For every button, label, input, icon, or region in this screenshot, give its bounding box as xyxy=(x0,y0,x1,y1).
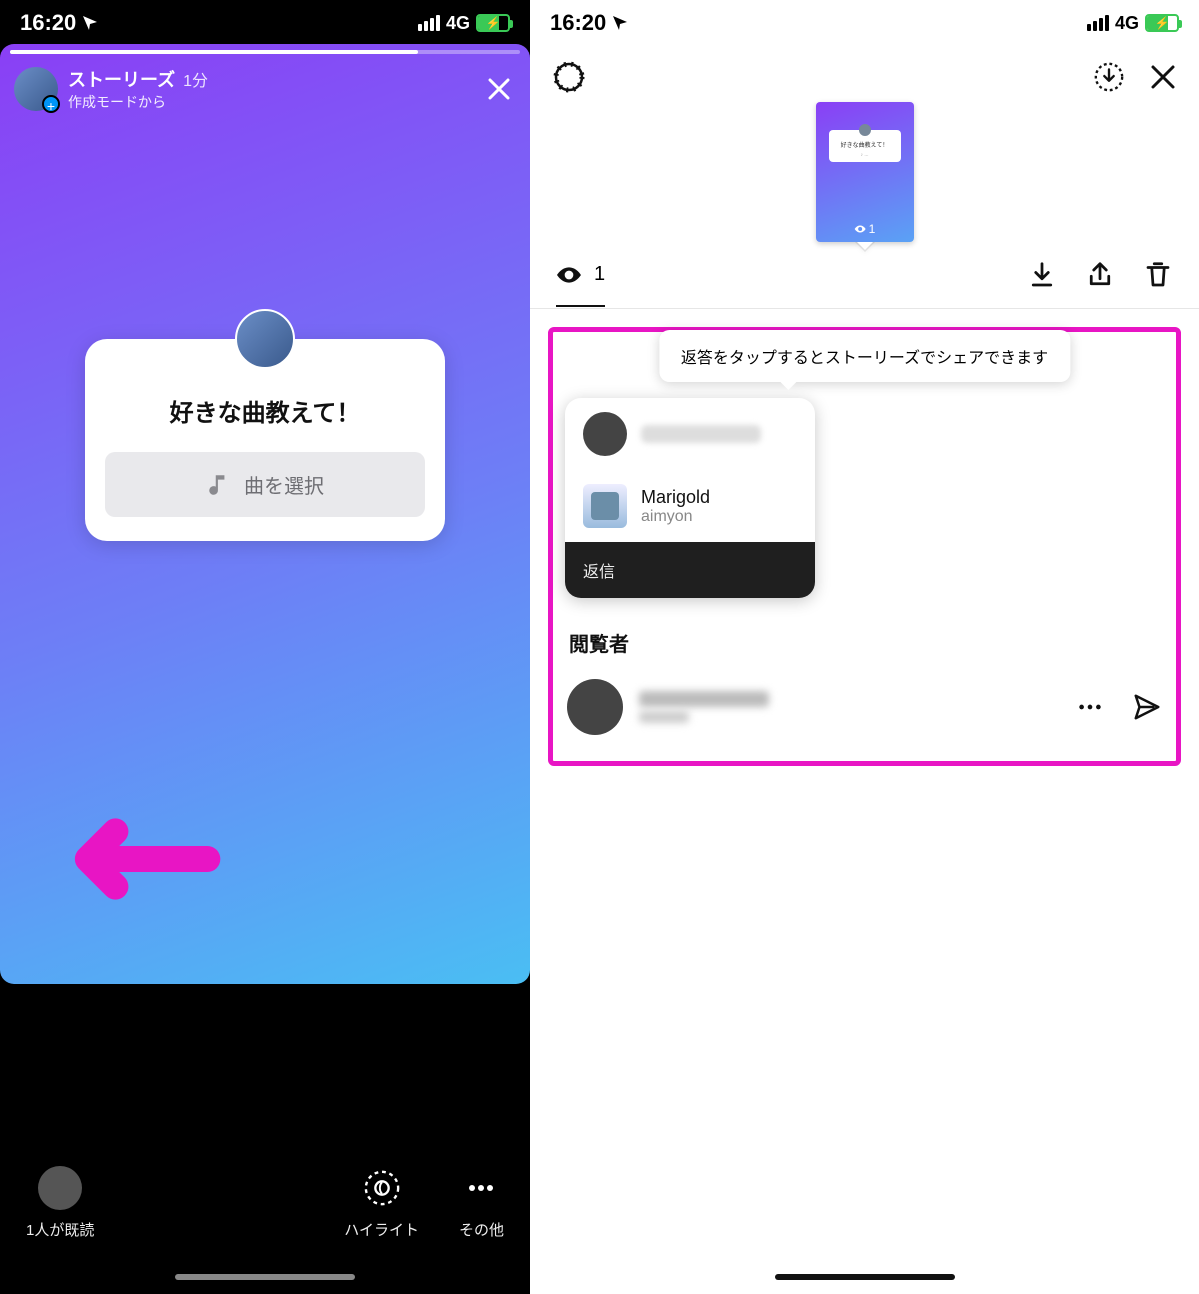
story-avatar[interactable]: + xyxy=(14,67,58,111)
music-note-icon xyxy=(206,472,232,498)
signal-icon xyxy=(418,15,440,31)
close-button[interactable] xyxy=(482,72,516,106)
home-indicator[interactable] xyxy=(175,1274,355,1280)
story-thumbnail[interactable]: 好きな曲教えて！♪ ... 1 xyxy=(816,102,914,242)
album-art-icon xyxy=(583,484,627,528)
highlight-icon xyxy=(344,1165,419,1211)
story-view-panel: 16:20 4G ⚡ + ストーリーズ 1分 作成モードから xyxy=(0,0,530,1294)
seen-count-label: 1人が既読 xyxy=(26,1219,94,1240)
responder-avatar xyxy=(583,412,627,456)
card-avatar xyxy=(235,309,295,369)
select-song-button[interactable]: 曲を選択 xyxy=(105,452,425,517)
battery-icon: ⚡ xyxy=(476,14,510,32)
song-title: Marigold xyxy=(641,487,710,508)
send-message-button[interactable] xyxy=(1132,692,1162,722)
story-settings-button[interactable] xyxy=(552,60,586,94)
view-count-value: 1 xyxy=(594,263,605,286)
eye-icon xyxy=(556,262,582,288)
viewers-header: 閲覧者 xyxy=(569,628,1160,657)
story-title: ストーリーズ xyxy=(68,70,175,90)
share-tooltip: 返答をタップするとストーリーズでシェアできます xyxy=(659,330,1070,382)
story-footer: 1人が既読 ハイライト その他 xyxy=(0,1094,530,1294)
status-time: 16:20 xyxy=(20,10,76,36)
status-bar: 16:20 4G ⚡ xyxy=(530,0,1199,44)
viewer-sub-blurred xyxy=(639,711,689,723)
thumb-card: 好きな曲教えて！♪ ... xyxy=(829,130,901,162)
seen-avatar-icon xyxy=(38,1166,82,1210)
story-subtitle: 作成モードから xyxy=(68,92,208,112)
annotation-arrow-icon xyxy=(51,767,235,951)
story-age: 1分 xyxy=(183,73,208,90)
story-canvas[interactable]: + ストーリーズ1分 作成モードから 好きな曲教えて！ 曲を xyxy=(0,44,530,984)
story-insights-panel: 16:20 4G ⚡ xyxy=(530,0,1199,1294)
status-time: 16:20 xyxy=(550,10,606,36)
viewer-name-blurred xyxy=(639,691,769,707)
status-bar: 16:20 4G ⚡ xyxy=(0,0,530,44)
reply-button[interactable]: 返信 xyxy=(565,542,815,598)
viewer-more-button[interactable] xyxy=(1076,693,1104,721)
select-song-label: 曲を選択 xyxy=(244,470,324,499)
save-button[interactable] xyxy=(1093,61,1125,93)
signal-icon xyxy=(1087,15,1109,31)
location-icon xyxy=(612,15,628,31)
viewers-tab[interactable]: 1 xyxy=(556,262,605,307)
more-label: その他 xyxy=(459,1219,504,1240)
question-text: 好きな曲教えて！ xyxy=(105,393,425,428)
highlight-button[interactable]: ハイライト xyxy=(344,1165,419,1240)
thumb-view-count: 1 xyxy=(854,222,876,236)
download-button[interactable] xyxy=(1027,260,1057,290)
viewer-row xyxy=(565,671,1164,743)
home-indicator[interactable] xyxy=(775,1274,955,1280)
responder-name-blurred xyxy=(641,425,761,443)
network-label: 4G xyxy=(1115,13,1139,34)
highlight-label: ハイライト xyxy=(344,1219,419,1240)
seen-by-button[interactable]: 1人が既読 xyxy=(26,1165,94,1240)
network-label: 4G xyxy=(446,13,470,34)
story-progress xyxy=(10,50,520,54)
annotation-highlight-box: 返答をタップするとストーリーズでシェアできます Marigold aimyon … xyxy=(548,327,1181,766)
add-badge-icon: + xyxy=(42,95,60,113)
share-button[interactable] xyxy=(1085,260,1115,290)
music-response-card[interactable]: Marigold aimyon 返信 xyxy=(565,398,815,598)
delete-button[interactable] xyxy=(1143,260,1173,290)
close-button[interactable] xyxy=(1149,63,1177,91)
song-artist: aimyon xyxy=(641,508,710,526)
music-question-card: 好きな曲教えて！ 曲を選択 xyxy=(85,339,445,541)
location-icon xyxy=(82,15,98,31)
battery-icon: ⚡ xyxy=(1145,14,1179,32)
viewer-avatar[interactable] xyxy=(567,679,623,735)
more-icon xyxy=(459,1165,504,1211)
more-button[interactable]: その他 xyxy=(459,1165,504,1240)
